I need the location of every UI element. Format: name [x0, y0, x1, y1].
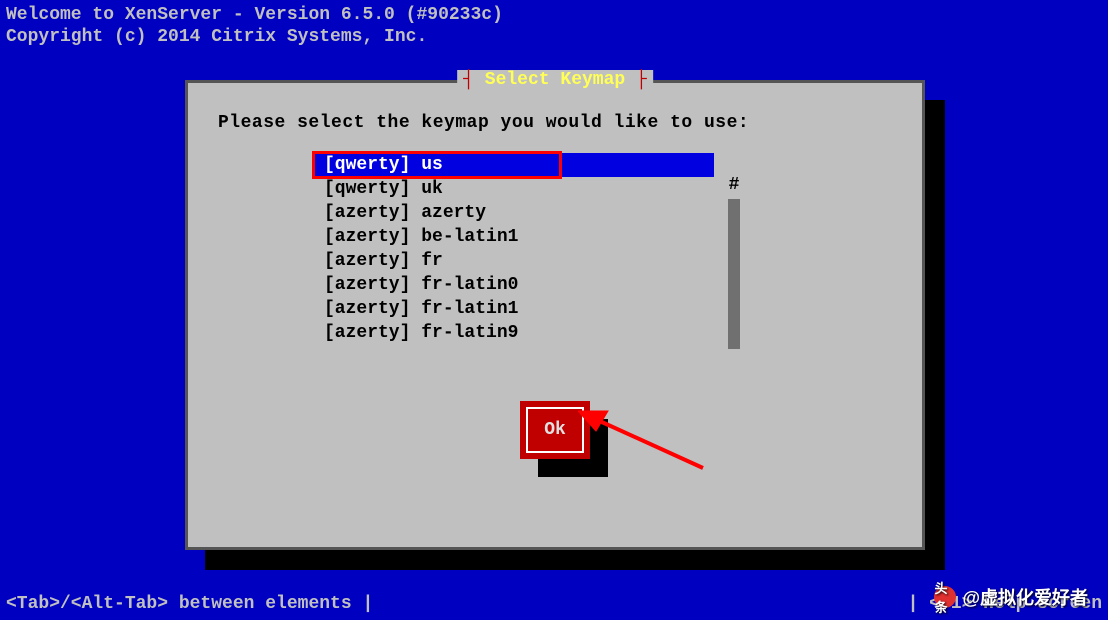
list-item-label: [qwerty] uk: [324, 179, 443, 199]
footer-hint-left: <Tab>/<Alt-Tab> between elements |: [6, 594, 373, 614]
header-line-2: Copyright (c) 2014 Citrix Systems, Inc.: [6, 26, 1108, 48]
ok-label: Ok: [544, 420, 566, 440]
dialog-prompt: Please select the keymap you would like …: [218, 113, 902, 133]
list-item[interactable]: [qwerty] us: [314, 153, 714, 177]
scroll-track[interactable]: [728, 199, 740, 349]
watermark-icon: 头条: [934, 586, 956, 608]
list-item-label: [azerty] fr-latin0: [324, 275, 518, 295]
header-line-1: Welcome to XenServer - Version 6.5.0 (#9…: [6, 4, 1108, 26]
dialog-box: ┤ Select Keymap ├ Please select the keym…: [185, 80, 925, 550]
list-item-label: [azerty] be-latin1: [324, 227, 518, 247]
list-item[interactable]: [azerty] fr-latin9: [314, 321, 714, 345]
list-item[interactable]: [azerty] be-latin1: [314, 225, 714, 249]
list-item-label: [qwerty] us: [324, 155, 443, 175]
list-item-label: [azerty] fr-latin9: [324, 323, 518, 343]
list-item[interactable]: [azerty] fr-latin0: [314, 273, 714, 297]
list-item[interactable]: [azerty] fr: [314, 249, 714, 273]
list-item[interactable]: [azerty] fr-latin1: [314, 297, 714, 321]
dialog-title: ┤ Select Keymap ├: [457, 70, 653, 90]
list-item-label: [azerty] azerty: [324, 203, 486, 223]
list-item[interactable]: [azerty] azerty: [314, 201, 714, 225]
list-item-label: [azerty] fr: [324, 251, 443, 271]
list-item-label: [azerty] fr-latin1: [324, 299, 518, 319]
keymap-list[interactable]: [qwerty] us [qwerty] uk [azerty] azerty …: [314, 153, 714, 345]
watermark: 头条 @虚拟化爱好者: [934, 584, 1088, 610]
arrow-icon: [578, 403, 708, 473]
watermark-text: @虚拟化爱好者: [962, 584, 1088, 610]
list-item[interactable]: [qwerty] uk: [314, 177, 714, 201]
dialog: ┤ Select Keymap ├ Please select the keym…: [185, 80, 925, 550]
scrollbar[interactable]: #: [728, 175, 740, 349]
header: Welcome to XenServer - Version 6.5.0 (#9…: [0, 0, 1108, 48]
scroll-thumb-icon: #: [729, 175, 740, 195]
